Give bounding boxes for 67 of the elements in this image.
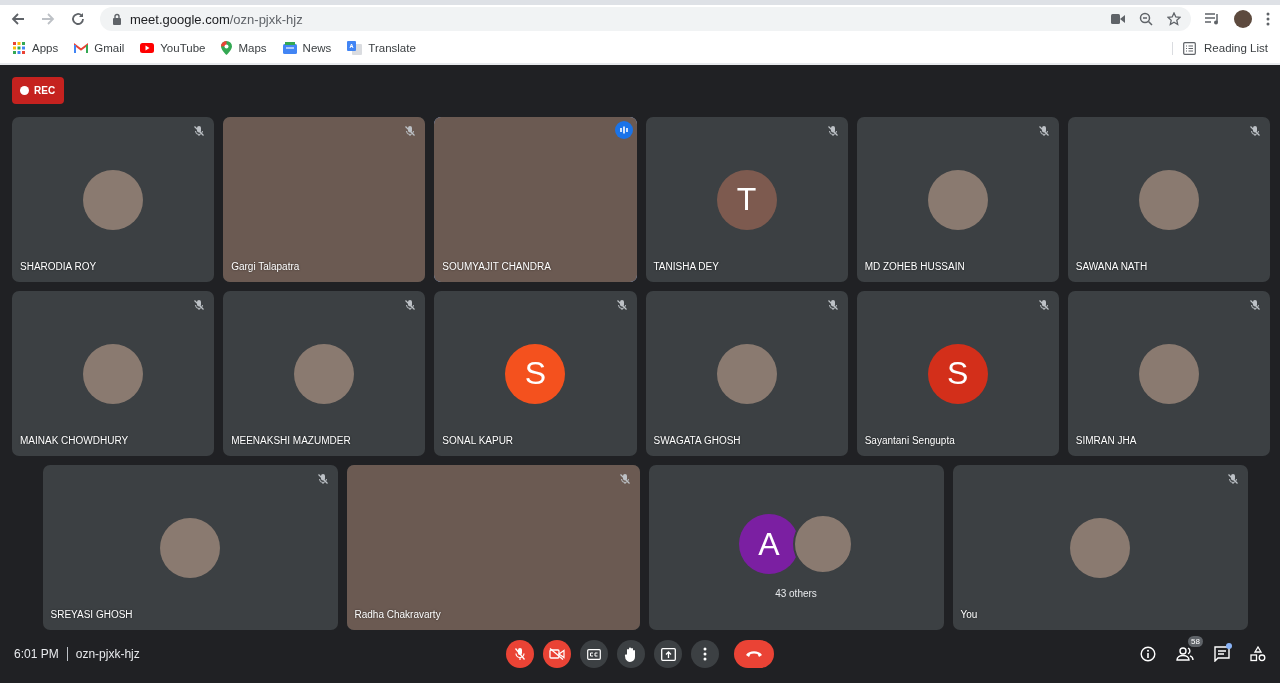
media-queue-icon[interactable]	[1205, 13, 1220, 25]
mic-off-icon	[514, 647, 526, 661]
participant-name: SAWANA NATH	[1075, 261, 1148, 272]
participant-name: SOUMYAJIT CHANDRA	[442, 261, 551, 272]
participant-name: You	[960, 609, 978, 620]
back-icon[interactable]	[10, 11, 26, 27]
profile-avatar[interactable]	[1234, 10, 1252, 28]
end-call-button[interactable]	[734, 640, 774, 668]
participant-name: SIMRAN JHA	[1075, 435, 1137, 446]
captions-button[interactable]	[580, 640, 608, 668]
list-icon	[1183, 41, 1197, 55]
participant-name: Radha Chakravarty	[354, 609, 441, 620]
clock-time: 6:01 PM	[14, 647, 59, 661]
participant-name: Gargi Talapatra	[231, 261, 300, 272]
participant-name: SONAL KAPUR	[442, 435, 514, 446]
participant-name: MAINAK CHOWDHURY	[20, 435, 129, 446]
participant-name: Sayantani Sengupta	[864, 435, 955, 446]
letter-avatar: T	[716, 169, 777, 230]
chat-icon[interactable]	[1214, 646, 1230, 662]
activities-icon[interactable]	[1250, 646, 1266, 662]
meeting-code: ozn-pjxk-hjz	[75, 647, 140, 661]
lock-icon	[112, 13, 122, 25]
camera-off-icon	[549, 648, 565, 660]
url-host: meet.google.com	[130, 11, 230, 27]
play-icon	[140, 43, 155, 53]
reload-icon[interactable]	[70, 11, 86, 27]
bookmark-link[interactable]: Translate	[368, 42, 416, 54]
letter-avatar: S	[505, 343, 566, 404]
participant-name: SWAGATA GHOSH	[653, 435, 741, 446]
address-bar[interactable]: meet.google.com/ozn-pjxk-hjz	[100, 7, 1191, 31]
bookmark-link[interactable]: News	[302, 42, 332, 54]
present-screen-icon	[660, 647, 676, 661]
participant-name: SHARODIA ROY	[20, 261, 97, 272]
more-icon[interactable]	[1266, 12, 1270, 26]
raise-hand-button[interactable]	[617, 640, 645, 668]
bookmark-link[interactable]: YouTube	[160, 42, 206, 54]
recording-badge: REC	[12, 77, 65, 104]
bookmark-link[interactable]: Apps	[32, 42, 59, 54]
captions-icon	[587, 648, 601, 660]
participant-count-badge: 58	[1188, 636, 1203, 647]
more-icon	[703, 647, 707, 661]
more-options-button[interactable]	[691, 640, 719, 668]
participant-name: SREYASI GHOSH	[50, 609, 133, 620]
info-icon[interactable]	[1140, 646, 1156, 662]
camera-button[interactable]	[543, 640, 571, 668]
hand-icon	[624, 646, 638, 662]
url-path: /ozn-pjxk-hjz	[229, 11, 303, 27]
camera-icon[interactable]	[1111, 14, 1125, 24]
grid-icon	[12, 41, 26, 55]
envelope-icon	[74, 42, 89, 54]
reading-list-link[interactable]: Reading List	[1204, 42, 1268, 54]
phone-icon	[745, 650, 763, 658]
others-count: 43 others	[775, 588, 817, 599]
participant-name: TANISHA DEY	[653, 261, 719, 272]
translate-icon	[347, 41, 363, 55]
microphone-button[interactable]	[506, 640, 534, 668]
bookmark-link[interactable]: Gmail	[94, 42, 125, 54]
present-button[interactable]	[654, 640, 682, 668]
participant-name: MEENAKSHI MAZUMDER	[231, 435, 351, 446]
letter-avatar: S	[927, 343, 988, 404]
map-pin-icon	[221, 41, 233, 55]
participant-name: MD ZOHEB HUSSAIN	[864, 261, 965, 272]
people-icon[interactable]	[1176, 647, 1194, 661]
star-icon[interactable]	[1167, 12, 1181, 26]
bookmark-link[interactable]: Maps	[238, 42, 267, 54]
zoom-out-icon[interactable]	[1139, 12, 1153, 26]
newspaper-icon	[282, 42, 297, 54]
